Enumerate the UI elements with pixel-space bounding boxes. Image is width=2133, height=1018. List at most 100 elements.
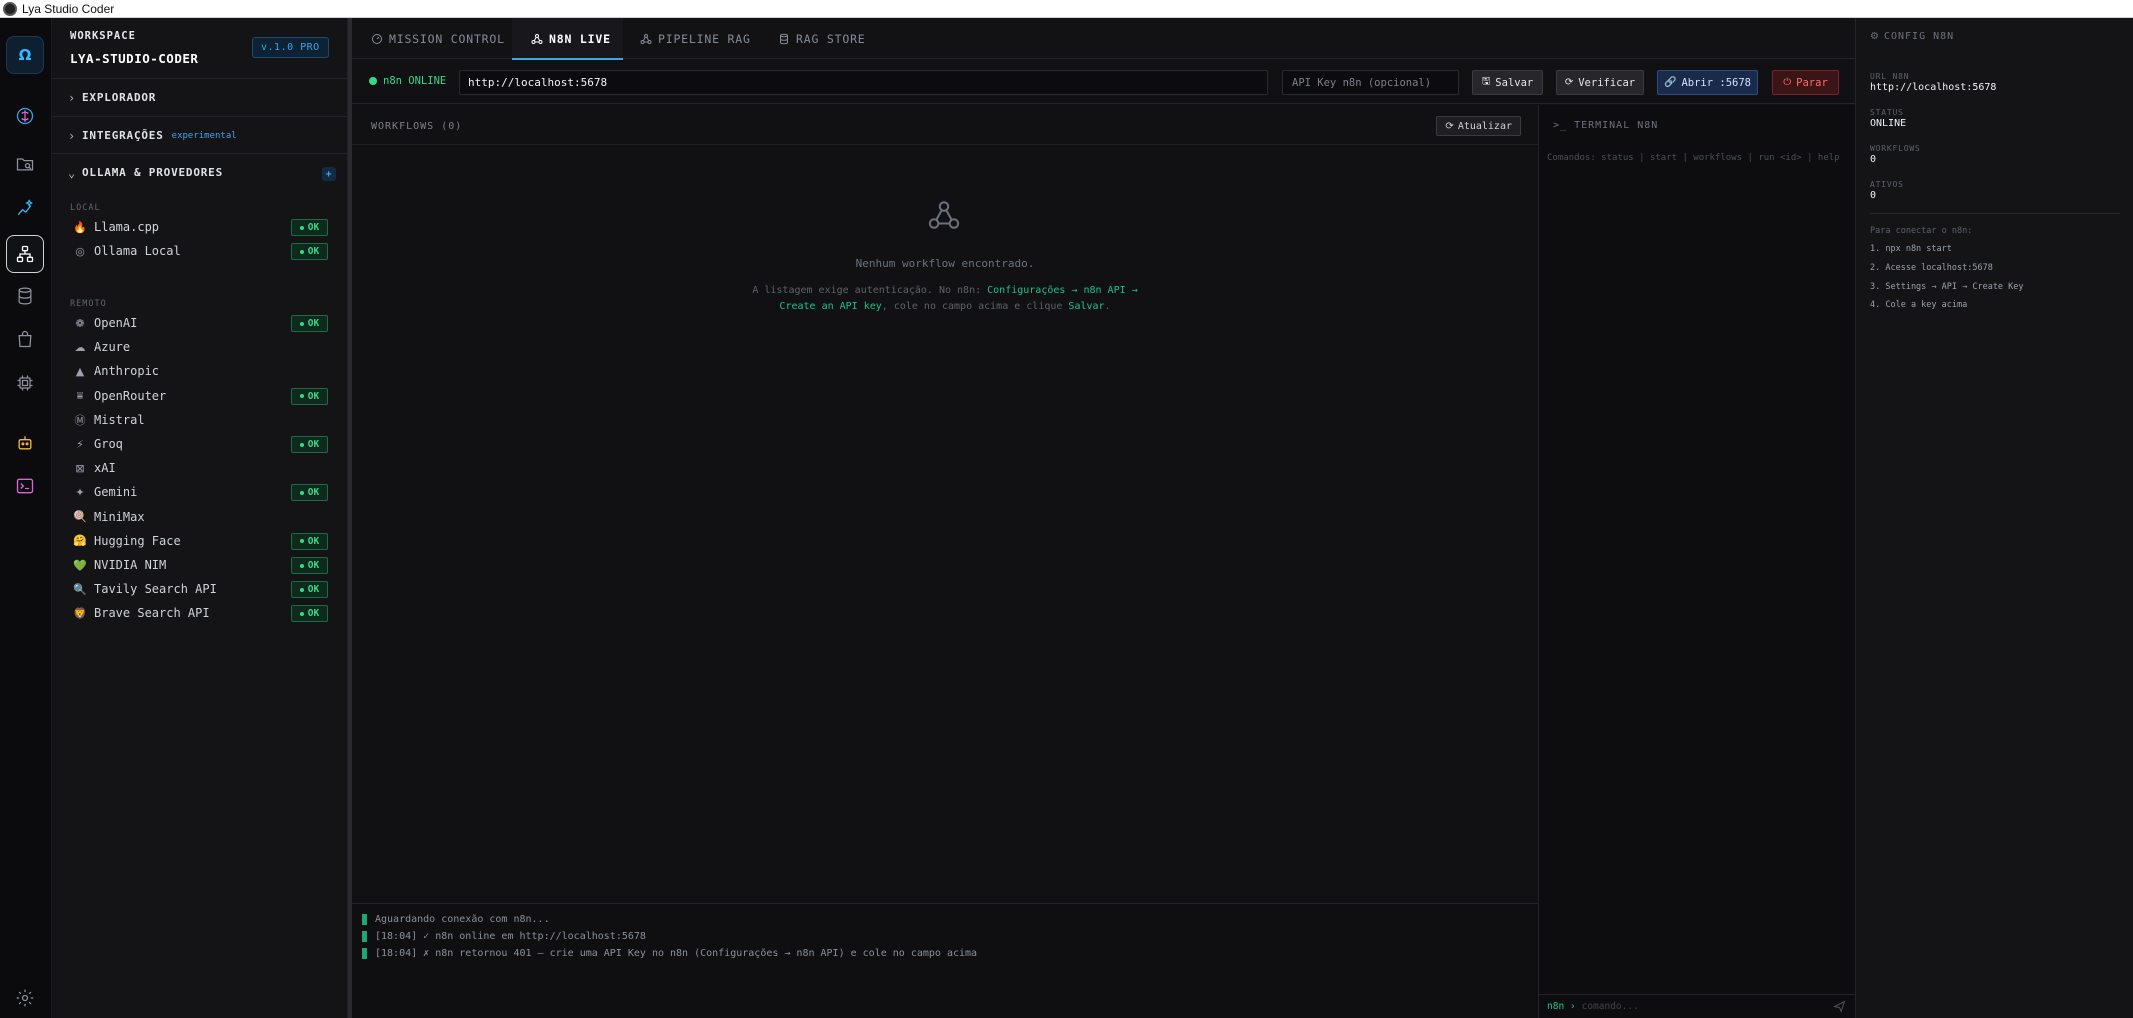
status-text: OK — [307, 318, 320, 329]
app-icon — [3, 1, 17, 16]
hint-link-create-key[interactable]: Create an API key — [779, 301, 881, 312]
stop-button[interactable]: ⏻ Parar — [1772, 70, 1839, 95]
config-title-text: CONFIG N8N — [1883, 31, 1955, 42]
hint-link-save[interactable]: Salvar — [1068, 301, 1104, 312]
status-text: OK — [307, 608, 320, 620]
workspace-name: LYA-STUDIO-CODER — [70, 51, 199, 66]
gear-icon: ⚙ — [1870, 31, 1880, 42]
n8n-url-input[interactable] — [459, 70, 1268, 95]
n8n-terminal: >_ TERMINAL N8N Comandos: status | start… — [1538, 105, 1856, 1018]
workflow-icon[interactable] — [6, 235, 44, 273]
log-text: Aguardando conexão com n8n... — [375, 913, 550, 925]
tab-mission-control[interactable]: MISSION CONTROL — [371, 18, 505, 59]
status-label: STATUS — [1870, 108, 1904, 117]
terminal-icon[interactable] — [6, 467, 44, 505]
tab-pipeline-rag[interactable]: PIPELINE RAG — [640, 18, 751, 59]
provider-icon: ⩸ — [76, 388, 84, 402]
terminal-input-row: n8n › — [1539, 994, 1856, 1018]
provider-item-brave-search-api[interactable]: 🦁 Brave Search API OK — [52, 599, 348, 627]
database-icon — [780, 33, 788, 44]
send-icon[interactable] — [1833, 1000, 1846, 1013]
hint-text: . — [1104, 301, 1111, 312]
brain-icon[interactable] — [6, 97, 44, 135]
provider-icon: 🦁 — [73, 606, 87, 620]
status-text: OK — [307, 487, 320, 499]
provider-icon: ❁ — [75, 316, 85, 330]
section-explorer-label: EXPLORADOR — [82, 91, 157, 104]
provider-name: Gemini — [94, 485, 138, 500]
log-text: [18:04] ✓ n8n online em http://localhost… — [375, 930, 646, 942]
provider-name: Anthropic — [94, 364, 160, 379]
open-n8n-button[interactable]: 🔗 Abrir :5678 — [1657, 70, 1758, 95]
window-titlebar: Lya Studio Coder — [0, 0, 2133, 18]
refresh-icon: ⟳ — [1564, 77, 1574, 88]
provider-item-ollama-local[interactable]: ◎ Ollama Local OK — [52, 237, 348, 265]
terminal-prompt-icon: >_ — [1553, 120, 1575, 131]
log-line: [18:04] ✓ n8n online em http://localhost… — [362, 929, 646, 943]
provider-name: MiniMax — [94, 509, 145, 524]
tab-rag-store[interactable]: RAG STORE — [778, 18, 866, 59]
status-text: OK — [307, 560, 320, 571]
sidebar: WORKSPACE LYA-STUDIO-CODER v.1.0 PRO › E… — [52, 18, 348, 1018]
shopping-bag-icon[interactable] — [6, 320, 44, 358]
workflows-panel: WORKFLOWS (0) ⟳ Atualizar Nenhum workflow… — [352, 105, 1538, 902]
settings-gear-icon[interactable] — [6, 979, 44, 1017]
status-text: OK — [307, 246, 320, 258]
provider-status-badge: OK — [291, 484, 328, 502]
robot-icon[interactable] — [6, 424, 44, 462]
provider-status-badge: OK — [291, 581, 328, 599]
provider-name: Ollama Local — [94, 244, 181, 259]
status-text: OK — [307, 390, 320, 402]
save-disk-icon: 🖫 — [1481, 76, 1491, 87]
section-integrations[interactable]: › INTEGRAÇÕES experimental — [52, 116, 348, 154]
tab-n8n-live[interactable]: N8N LIVE — [512, 18, 623, 60]
database-icon[interactable] — [6, 277, 44, 315]
provider-name: Tavily Search API — [94, 582, 217, 597]
verify-label: Verificar — [1578, 76, 1636, 89]
save-button[interactable]: 🖫 Salvar — [1472, 70, 1543, 95]
folder-search-icon[interactable] — [6, 145, 44, 183]
api-key-input[interactable] — [1282, 70, 1459, 95]
connect-step: 1. npx n8n start — [1870, 244, 1952, 254]
experimental-tag: experimental — [171, 130, 237, 141]
verify-button[interactable]: ⟳ Verificar — [1556, 70, 1644, 95]
provider-name: OpenRouter — [94, 388, 167, 403]
workflows-header: WORKFLOWS (0) ⟳ Atualizar — [352, 105, 1538, 145]
provider-icon: ▲ — [75, 364, 85, 378]
empty-state-title: Nenhum workflow encontrado. — [855, 257, 1035, 270]
section-explorer[interactable]: › EXPLORADOR — [52, 78, 348, 116]
provider-icon: Ⓜ — [74, 413, 86, 427]
status-dot-icon — [299, 394, 304, 399]
status-text: OK — [307, 222, 320, 233]
provider-icon: ◎ — [75, 244, 85, 258]
provider-name: Groq — [94, 437, 123, 451]
log-line: [18:04] ✗ n8n retornou 401 — crie uma AP… — [362, 946, 977, 960]
n8n-toolbar: n8n ONLINE 🖫 Salvar ⟳ Verificar 🔗 Abrir :56… — [352, 59, 1855, 104]
provider-status-badge: OK — [291, 557, 328, 574]
refresh-workflows-button[interactable]: ⟳ Atualizar — [1436, 116, 1521, 136]
status-value: ONLINE — [1870, 118, 1907, 129]
status-dot-icon — [299, 539, 304, 544]
log-text: [18:04] ✗ n8n retornou 401 — crie uma AP… — [375, 947, 978, 959]
tab-bar: MISSION CONTROL N8N LIVE PIPELINE RAG RA… — [352, 18, 1855, 60]
add-provider-button[interactable]: + — [322, 167, 336, 181]
hint-link-settings[interactable]: Configurações → n8n API → — [987, 285, 1138, 296]
refresh-label: Atualizar — [1457, 120, 1512, 132]
workflows-title: WORKFLOWS (0) — [371, 121, 463, 132]
sparkles-chart-icon[interactable] — [6, 189, 44, 227]
link-icon: 🔗 — [1664, 77, 1677, 88]
status-text: OK — [307, 535, 320, 547]
log-marker — [362, 947, 367, 959]
cpu-chip-icon[interactable] — [6, 364, 44, 402]
omega-logo-button[interactable]: Ω — [6, 36, 44, 74]
provider-status-badge: OK — [291, 387, 328, 405]
status-text: OK — [307, 584, 320, 596]
provider-status-badge: OK — [291, 243, 328, 261]
terminal-command-input[interactable] — [1581, 1001, 1832, 1012]
stop-label: Parar — [1796, 76, 1828, 89]
version-badge: v.1.0 PRO — [252, 37, 329, 58]
connect-instructions-label: Para conectar o n8n: — [1870, 226, 1973, 236]
section-providers[interactable]: ⌄ OLLAMA & PROVEDORES + — [52, 153, 348, 191]
connect-step: 4. Cole a key acima — [1870, 300, 1968, 310]
provider-name: NVIDIA NIM — [94, 558, 167, 572]
